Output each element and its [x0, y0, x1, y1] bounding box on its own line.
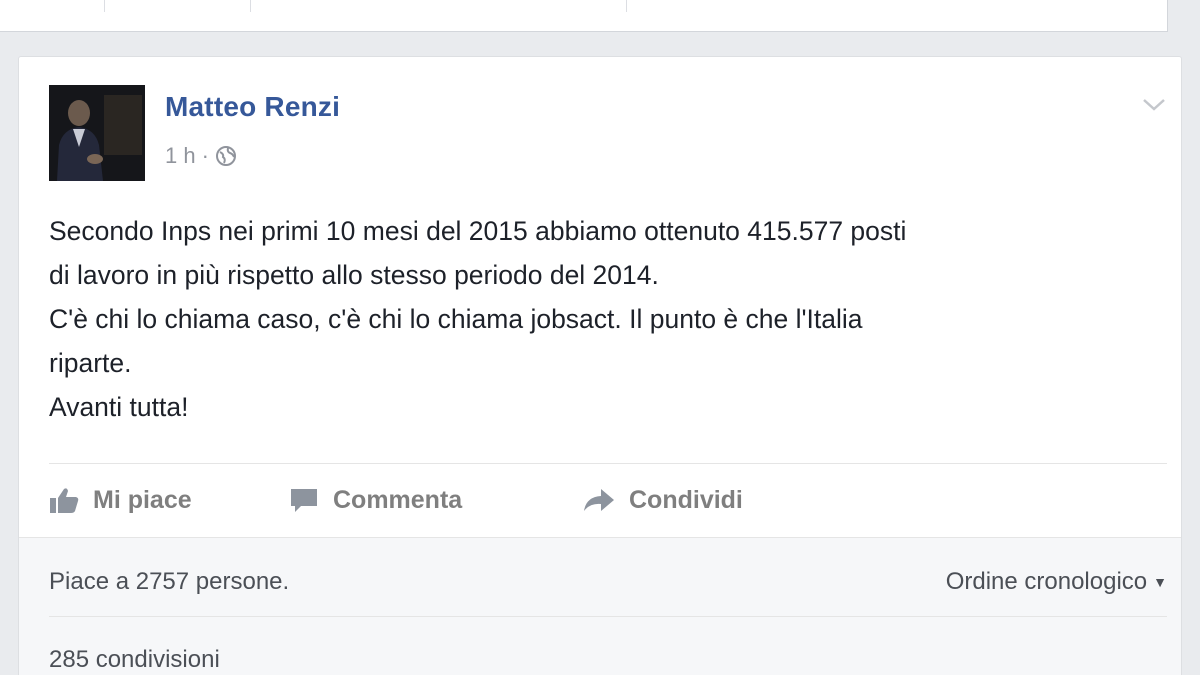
- post-text-line: Avanti tutta!: [49, 392, 189, 422]
- previous-post-card: [0, 0, 1168, 32]
- like-label: Mi piace: [93, 485, 192, 514]
- like-button[interactable]: Mi piace: [49, 486, 192, 515]
- share-button[interactable]: Condividi: [583, 486, 743, 515]
- shares-count[interactable]: 285 condivisioni: [49, 646, 220, 674]
- avatar[interactable]: [49, 85, 145, 181]
- comment-icon: [291, 489, 317, 512]
- post-text-line: Secondo Inps nei primi 10 mesi del 2015 …: [49, 216, 907, 246]
- divider: [250, 0, 251, 12]
- thumbs-up-icon: [50, 488, 79, 513]
- share-label: Condividi: [629, 485, 743, 514]
- meta-separator: ·: [201, 143, 209, 168]
- post-text-line: di lavoro in più rispetto allo stesso pe…: [49, 260, 659, 290]
- caret-down-icon: ▼: [1153, 574, 1167, 590]
- post-meta: 1 h ·: [165, 143, 237, 169]
- divider: [626, 0, 627, 12]
- likes-prefix: Piace a: [49, 568, 136, 595]
- likes-suffix: persone.: [189, 568, 290, 595]
- author-name[interactable]: Matteo Renzi: [165, 91, 340, 123]
- globe-icon[interactable]: [215, 145, 237, 167]
- divider: [49, 463, 1167, 464]
- post-time[interactable]: 1 h: [165, 143, 196, 169]
- likes-summary: Piace a 2757 persone.: [49, 568, 289, 596]
- post-text: Secondo Inps nei primi 10 mesi del 2015 …: [49, 209, 1169, 429]
- post-card: Matteo Renzi 1 h · Secondo Inps nei prim…: [18, 56, 1182, 675]
- comment-label: Commenta: [333, 485, 463, 514]
- divider: [104, 0, 105, 12]
- chevron-down-icon[interactable]: [1141, 95, 1167, 115]
- divider: [49, 616, 1167, 617]
- share-icon: [584, 489, 614, 511]
- comment-order-label: Ordine cronologico: [945, 568, 1148, 595]
- comment-button[interactable]: Commenta: [289, 486, 462, 515]
- post-text-line: C'è chi lo chiama caso, c'è chi lo chiam…: [49, 304, 863, 334]
- likes-count[interactable]: 2757: [136, 568, 189, 595]
- post-footer: Piace a 2757 persone. Ordine cronologico…: [19, 537, 1181, 675]
- post-text-line: riparte.: [49, 348, 132, 378]
- comment-order-dropdown[interactable]: Ordine cronologico ▼: [946, 568, 1167, 596]
